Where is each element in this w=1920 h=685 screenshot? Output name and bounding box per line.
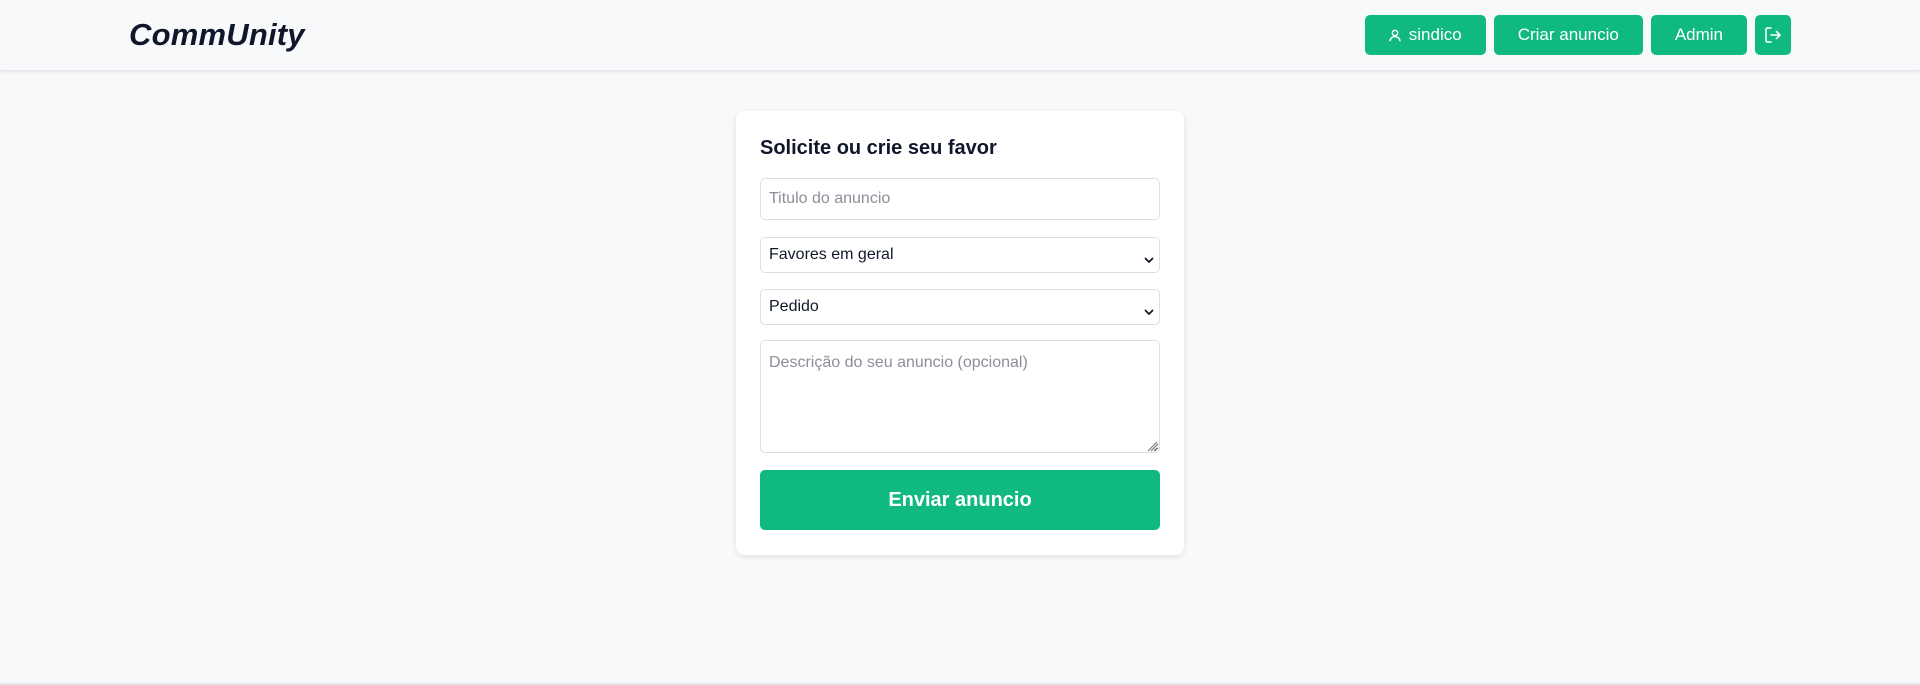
- logout-button[interactable]: [1755, 15, 1791, 55]
- resize-handle-icon[interactable]: [1146, 439, 1158, 457]
- nav-actions: sindico Criar anuncio Admin: [1364, 15, 1791, 55]
- top-navbar: CommUnity sindico Criar anuncio Admin: [0, 0, 1920, 71]
- logout-icon: [1764, 26, 1782, 44]
- submit-ad-button[interactable]: Enviar anuncio: [760, 470, 1160, 530]
- chevron-down-icon: [1144, 303, 1154, 321]
- ad-type-select[interactable]: Pedido: [760, 289, 1160, 325]
- category-select[interactable]: Favores em geral: [760, 237, 1160, 273]
- create-ad-button[interactable]: Criar anuncio: [1493, 15, 1643, 55]
- profile-button[interactable]: sindico: [1364, 15, 1486, 55]
- profile-button-label: sindico: [1408, 25, 1462, 44]
- chevron-down-icon: [1144, 251, 1154, 269]
- ad-title-input[interactable]: [760, 178, 1160, 220]
- brand-logo[interactable]: CommUnity: [129, 17, 305, 53]
- ad-type-select-value: Pedido: [769, 298, 819, 315]
- create-ad-card: Solicite ou crie seu favor Favores em ge…: [736, 111, 1184, 555]
- admin-button[interactable]: Admin: [1650, 15, 1747, 55]
- form-title: Solicite ou crie seu favor: [760, 137, 997, 159]
- category-select-value: Favores em geral: [769, 246, 894, 263]
- ad-description-textarea[interactable]: [760, 340, 1160, 453]
- user-icon: [1389, 29, 1401, 42]
